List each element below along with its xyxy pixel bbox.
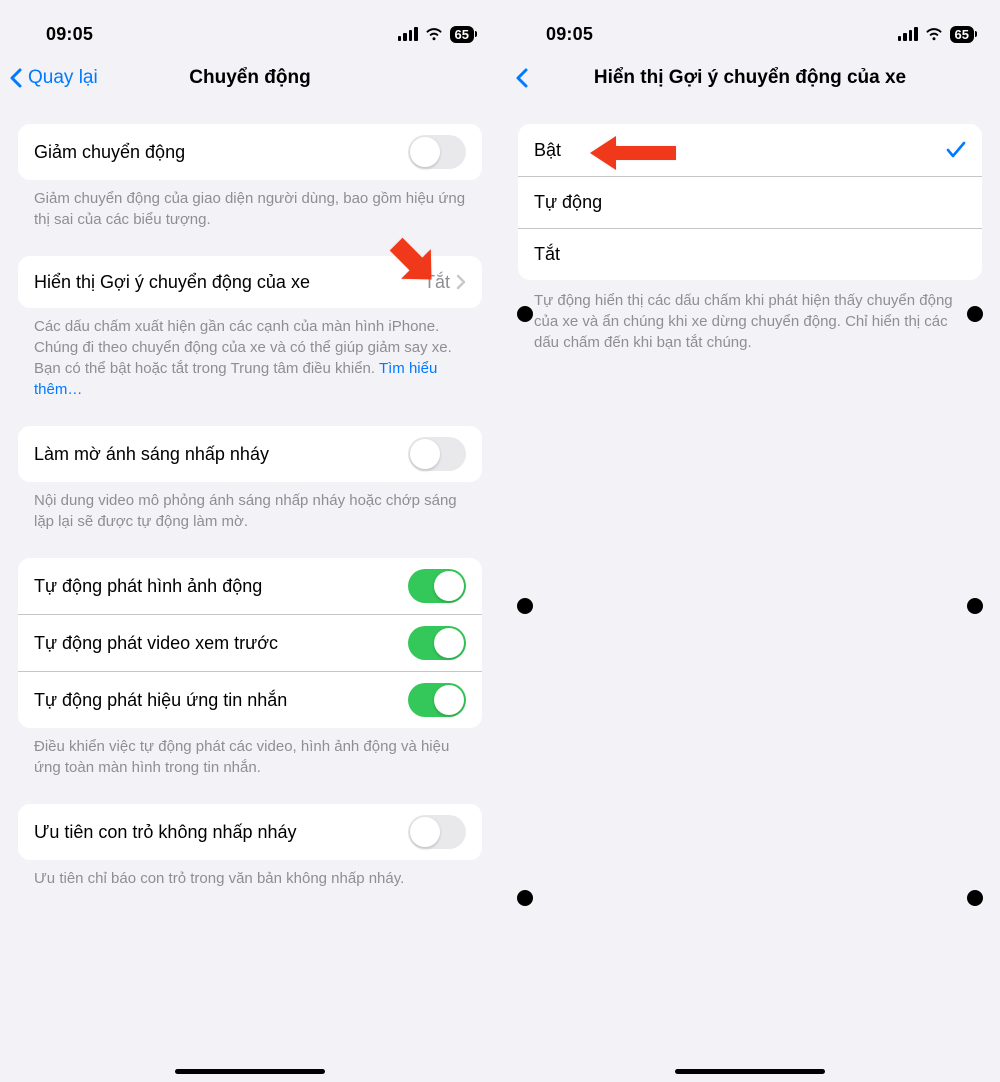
back-label: Quay lại: [28, 67, 98, 89]
checkmark-icon: [946, 141, 966, 159]
reduce-motion-cell[interactable]: Giảm chuyển động: [18, 124, 482, 180]
cellular-signal-icon: [398, 27, 418, 41]
status-indicators: 65: [398, 26, 474, 43]
motion-cues-cell[interactable]: Hiển thị Gợi ý chuyển động của xe Tắt: [18, 256, 482, 308]
option-off-label: Tắt: [534, 244, 966, 265]
autoplay-images-label: Tự động phát hình ảnh động: [34, 576, 408, 597]
content-area: Bật Tự động Tắt Tự động hiển thị các dấu…: [500, 102, 1000, 1082]
blink-cursor-cell[interactable]: Ưu tiên con trỏ không nhấp nháy: [18, 804, 482, 860]
status-time: 09:05: [46, 24, 93, 45]
option-auto-label: Tự động: [534, 192, 966, 213]
chevron-left-icon: [8, 66, 26, 90]
motion-cue-dot-icon: [517, 890, 533, 906]
blink-cursor-label: Ưu tiên con trỏ không nhấp nháy: [34, 822, 408, 843]
chevron-left-icon: [514, 66, 532, 90]
home-indicator[interactable]: [675, 1069, 825, 1074]
home-indicator[interactable]: [175, 1069, 325, 1074]
navigation-bar: Hiển thị Gợi ý chuyển động của xe: [500, 54, 1000, 102]
motion-cue-dot-icon: [967, 890, 983, 906]
autoplay-footer: Điều khiển việc tự động phát các video, …: [18, 728, 482, 778]
motion-cues-footer: Các dấu chấm xuất hiện gần các cạnh của …: [18, 308, 482, 400]
options-footer: Tự động hiển thị các dấu chấm khi phát h…: [518, 280, 982, 353]
options-group: Bật Tự động Tắt: [518, 124, 982, 280]
status-bar: 09:05 65: [500, 0, 1000, 54]
back-button[interactable]: Quay lại: [8, 66, 98, 90]
autoplay-images-cell[interactable]: Tự động phát hình ảnh động: [18, 558, 482, 614]
dim-flash-label: Làm mờ ánh sáng nhấp nháy: [34, 444, 408, 465]
reduce-motion-switch[interactable]: [408, 135, 466, 169]
autoplay-images-switch[interactable]: [408, 569, 466, 603]
blink-cursor-group: Ưu tiên con trỏ không nhấp nháy: [18, 804, 482, 860]
autoplay-video-cell[interactable]: Tự động phát video xem trước: [18, 614, 482, 671]
dim-flash-cell[interactable]: Làm mờ ánh sáng nhấp nháy: [18, 426, 482, 482]
battery-level: 65: [955, 27, 969, 42]
dim-flash-switch[interactable]: [408, 437, 466, 471]
autoplay-effects-switch[interactable]: [408, 683, 466, 717]
status-bar: 09:05 65: [0, 0, 500, 54]
reduce-motion-group: Giảm chuyển động: [18, 124, 482, 180]
motion-cues-value: Tắt: [424, 272, 450, 293]
left-phone-screen: 09:05 65 Quay lại Chuyển động Giảm chuyể…: [0, 0, 500, 1082]
content-area: Giảm chuyển động Giảm chuyển động của gi…: [0, 102, 500, 1082]
option-on-label: Bật: [534, 140, 946, 161]
back-button[interactable]: [508, 66, 532, 90]
wifi-icon: [924, 27, 944, 41]
motion-cue-dot-icon: [967, 598, 983, 614]
autoplay-effects-cell[interactable]: Tự động phát hiệu ứng tin nhắn: [18, 671, 482, 728]
reduce-motion-footer: Giảm chuyển động của giao diện người dùn…: [18, 180, 482, 230]
dim-flash-footer: Nội dung video mô phỏng ánh sáng nhấp nh…: [18, 482, 482, 532]
status-indicators: 65: [898, 26, 974, 43]
motion-cue-dot-icon: [517, 306, 533, 322]
battery-level: 65: [455, 27, 469, 42]
option-off-cell[interactable]: Tắt: [518, 228, 982, 280]
page-title: Hiển thị Gợi ý chuyển động của xe: [500, 67, 1000, 89]
dim-flash-group: Làm mờ ánh sáng nhấp nháy: [18, 426, 482, 482]
motion-cues-group: Hiển thị Gợi ý chuyển động của xe Tắt: [18, 256, 482, 308]
cellular-signal-icon: [898, 27, 918, 41]
chevron-right-icon: [456, 274, 466, 290]
battery-indicator: 65: [450, 26, 474, 43]
blink-cursor-footer: Ưu tiên chỉ báo con trỏ trong văn bản kh…: [18, 860, 482, 889]
motion-cue-dot-icon: [517, 598, 533, 614]
autoplay-group: Tự động phát hình ảnh động Tự động phát …: [18, 558, 482, 728]
reduce-motion-label: Giảm chuyển động: [34, 142, 408, 163]
option-auto-cell[interactable]: Tự động: [518, 176, 982, 228]
option-on-cell[interactable]: Bật: [518, 124, 982, 176]
autoplay-video-label: Tự động phát video xem trước: [34, 633, 408, 654]
navigation-bar: Quay lại Chuyển động: [0, 54, 500, 102]
wifi-icon: [424, 27, 444, 41]
battery-indicator: 65: [950, 26, 974, 43]
blink-cursor-switch[interactable]: [408, 815, 466, 849]
motion-cues-label: Hiển thị Gợi ý chuyển động của xe: [34, 272, 424, 293]
motion-cue-dot-icon: [967, 306, 983, 322]
autoplay-effects-label: Tự động phát hiệu ứng tin nhắn: [34, 690, 408, 711]
status-time: 09:05: [546, 24, 593, 45]
right-phone-screen: 09:05 65 Hiển thị Gợi ý chuyển động của …: [500, 0, 1000, 1082]
autoplay-video-switch[interactable]: [408, 626, 466, 660]
